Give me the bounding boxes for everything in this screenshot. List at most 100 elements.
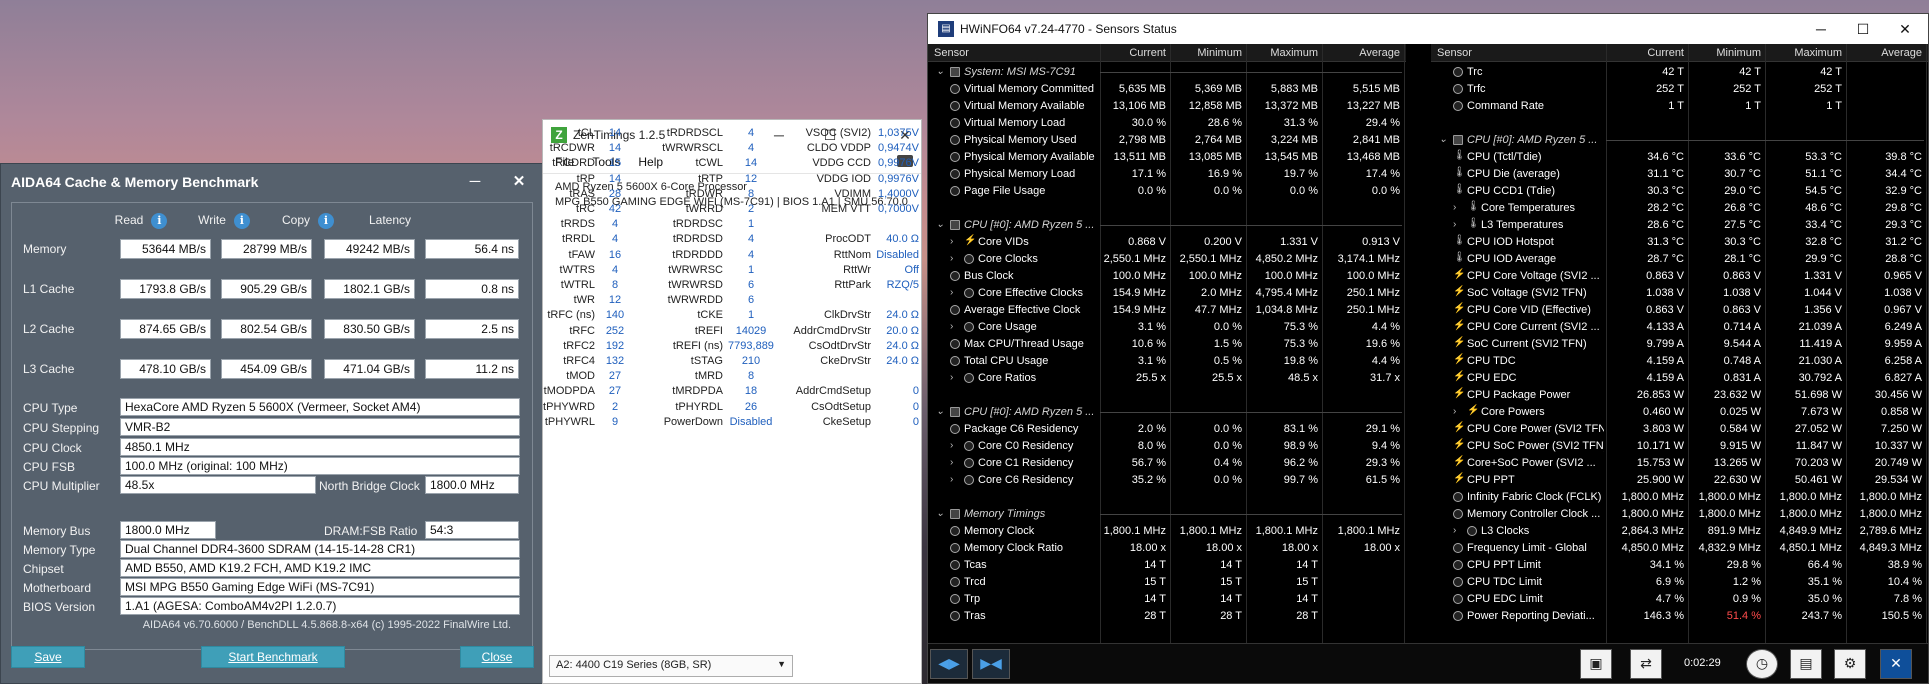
sensor-row[interactable]: ⚡ CPU TDC 4.159 A 0.748 A 21.030 A 6.258 A: [1431, 353, 1928, 370]
sensor-group[interactable]: ⌄ CPU [#0]: AMD Ryzen 5 ...: [928, 217, 1406, 234]
sensor-row[interactable]: › 🌡 L3 Temperatures 28.6 °C 27.5 °C 33.4 °C 29…: [1431, 217, 1928, 234]
sensor-row[interactable]: › ⚡ Core VIDs 0.868 V 0.200 V 1.331 V 0.913 V: [928, 234, 1406, 251]
sensor-row[interactable]: › Core Clocks 2,550.1 MHz 2,550.1 MHz 4,850.…: [928, 251, 1406, 268]
sensor-row[interactable]: 🌡 CPU Die (average) 31.1 °C 30.7 °C 51.1 °C 3…: [1431, 166, 1928, 183]
chevron-down-icon[interactable]: ⌄: [936, 66, 944, 77]
info-icon[interactable]: i: [318, 213, 334, 229]
sensor-row[interactable]: 🌡 CPU CCD1 (Tdie) 30.3 °C 29.0 °C 54.5 °C 32.…: [1431, 183, 1928, 200]
chevron-down-icon[interactable]: ⌄: [1439, 134, 1447, 145]
sensor-row[interactable]: CPU PPT Limit 34.1 % 29.8 % 66.4 % 38.9 %: [1431, 557, 1928, 574]
header-average[interactable]: Average: [1342, 47, 1400, 59]
chevron-right-icon[interactable]: ›: [950, 253, 953, 264]
sensor-row[interactable]: › Core Ratios 25.5 x 25.5 x 48.5 x 31.7 x: [928, 370, 1406, 387]
sensor-row[interactable]: ⚡ CPU Core Power (SVI2 TFN) 3.803 W 0.584 W…: [1431, 421, 1928, 438]
save-button[interactable]: Save: [11, 646, 85, 668]
sensor-row[interactable]: ⚡ CPU Package Power 26.853 W 23.632 W 51.698…: [1431, 387, 1928, 404]
sensor-row[interactable]: Virtual Memory Committed 5,635 MB 5,369 MB…: [928, 81, 1406, 98]
minimize-icon[interactable]: ─: [463, 170, 487, 194]
sensor-row[interactable]: Trp 14 T 14 T 14 T: [928, 591, 1406, 608]
chevron-right-icon[interactable]: ›: [1453, 219, 1456, 230]
chevron-right-icon[interactable]: ›: [1453, 406, 1456, 417]
sensor-row[interactable]: › Core C0 Residency 8.0 % 0.0 % 98.9 % 9.4 %: [928, 438, 1406, 455]
sensor-row[interactable]: ⚡ Core+SoC Power (SVI2 ... 15.753 W 13.265 …: [1431, 455, 1928, 472]
chevron-down-icon[interactable]: ⌄: [936, 406, 944, 417]
sensor-row[interactable]: › Core C1 Residency 56.7 % 0.4 % 96.2 % 29.3 …: [928, 455, 1406, 472]
close-icon[interactable]: ✕: [507, 170, 531, 194]
sensor-row[interactable]: CPU TDC Limit 6.9 % 1.2 % 35.1 % 10.4 %: [1431, 574, 1928, 591]
sensor-row[interactable]: 🌡 CPU (Tctl/Tdie) 34.6 °C 33.6 °C 53.3 °C 39.…: [1431, 149, 1928, 166]
sensor-row[interactable]: Virtual Memory Available 13,106 MB 12,858 …: [928, 98, 1406, 115]
aida64-titlebar[interactable]: AIDA64 Cache & Memory Benchmark ─ ✕: [1, 164, 543, 200]
header-sensor[interactable]: Sensor: [934, 47, 969, 59]
memory-module-select[interactable]: A2: 4400 C19 Series (8GB, SR) ▼: [549, 655, 793, 677]
sensor-row[interactable]: CPU EDC Limit 4.7 % 0.9 % 35.0 % 7.8 %: [1431, 591, 1928, 608]
chevron-right-icon[interactable]: ›: [950, 321, 953, 332]
sensor-row[interactable]: Page File Usage 0.0 % 0.0 % 0.0 % 0.0 %: [928, 183, 1406, 200]
sensor-row[interactable]: › Core Usage 3.1 % 0.0 % 75.3 % 4.4 %: [928, 319, 1406, 336]
header-maximum[interactable]: Maximum: [1260, 47, 1318, 59]
sensor-row[interactable]: › Core Effective Clocks 154.9 MHz 2.0 MHz 4,…: [928, 285, 1406, 302]
network-icon[interactable]: ▣: [1580, 649, 1612, 679]
chevron-down-icon[interactable]: ⌄: [936, 508, 944, 519]
chevron-right-icon[interactable]: ›: [950, 440, 953, 451]
sensor-row[interactable]: Power Reporting Deviati... 146.3 % 51.4 % 2…: [1431, 608, 1928, 625]
chevron-right-icon[interactable]: ›: [950, 372, 953, 383]
exit-icon[interactable]: ✕: [1880, 649, 1912, 679]
sensor-row[interactable]: Frequency Limit - Global 4,850.0 MHz 4,832…: [1431, 540, 1928, 557]
sensor-group[interactable]: ⌄ CPU [#0]: AMD Ryzen 5 ...: [1431, 132, 1928, 149]
close-icon[interactable]: ✕: [1894, 18, 1916, 40]
expand-left-icon[interactable]: ◀▶: [930, 649, 968, 679]
settings-icon[interactable]: ⚙: [1834, 649, 1866, 679]
sensor-row[interactable]: Physical Memory Load 17.1 % 16.9 % 19.7 % 17…: [928, 166, 1406, 183]
sensor-row[interactable]: Memory Clock 1,800.1 MHz 1,800.1 MHz 1,800.…: [928, 523, 1406, 540]
sensor-row[interactable]: ⚡ CPU EDC 4.159 A 0.831 A 30.792 A 6.827 A: [1431, 370, 1928, 387]
sensor-row[interactable]: Tras 28 T 28 T 28 T: [928, 608, 1406, 625]
network-config-icon[interactable]: ⇄: [1630, 649, 1662, 679]
sensor-group[interactable]: ⌄ System: MSI MS-7C91: [928, 64, 1406, 81]
sensor-row[interactable]: ⚡ CPU Core Current (SVI2 ... 4.133 A 0.714 …: [1431, 319, 1928, 336]
sensor-row[interactable]: Infinity Fabric Clock (FCLK) 1,800.0 MHz 1…: [1431, 489, 1928, 506]
sensor-row[interactable]: Physical Memory Available 13,511 MB 13,085…: [928, 149, 1406, 166]
header-average[interactable]: Average: [1864, 47, 1922, 59]
sensor-row[interactable]: Total CPU Usage 3.1 % 0.5 % 19.8 % 4.4 %: [928, 353, 1406, 370]
sensor-row[interactable]: › 🌡 Core Temperatures 28.2 °C 26.8 °C 48.6 °C…: [1431, 200, 1928, 217]
sensor-row[interactable]: 🌡 CPU IOD Hotspot 31.3 °C 30.3 °C 32.8 °C 31.…: [1431, 234, 1928, 251]
info-icon[interactable]: i: [233, 213, 250, 229]
chevron-right-icon[interactable]: ›: [950, 236, 953, 247]
sensor-row[interactable]: Physical Memory Used 2,798 MB 2,764 MB 3,22…: [928, 132, 1406, 149]
report-icon[interactable]: ▤: [1790, 649, 1822, 679]
sensor-row[interactable]: › L3 Clocks 2,864.3 MHz 891.9 MHz 4,849.9 MH…: [1431, 523, 1928, 540]
chevron-right-icon[interactable]: ›: [1453, 202, 1456, 213]
clock-icon[interactable]: ◷: [1746, 649, 1778, 679]
chevron-right-icon[interactable]: ›: [950, 287, 953, 298]
sensor-row[interactable]: ⚡ CPU Core VID (Effective) 0.863 V 0.863 V 1…: [1431, 302, 1928, 319]
sensor-row[interactable]: Average Effective Clock 154.9 MHz 47.7 MHz…: [928, 302, 1406, 319]
sensor-row[interactable]: 🌡 CPU IOD Average 28.7 °C 28.1 °C 29.9 °C 28.…: [1431, 251, 1928, 268]
collapse-right-icon[interactable]: ▶◀: [972, 649, 1010, 679]
sensor-row[interactable]: Virtual Memory Load 30.0 % 28.6 % 31.3 % 29.…: [928, 115, 1406, 132]
close-button[interactable]: Close: [460, 646, 534, 668]
sensor-row[interactable]: Tcas 14 T 14 T 14 T: [928, 557, 1406, 574]
sensor-row[interactable]: ⚡ CPU SoC Power (SVI2 TFN) 10.171 W 9.915 W…: [1431, 438, 1928, 455]
sensor-row[interactable]: Memory Controller Clock ... 1,800.0 MHz 1,…: [1431, 506, 1928, 523]
sensor-row[interactable]: Trfc 252 T 252 T 252 T: [1431, 81, 1928, 98]
chevron-down-icon[interactable]: ⌄: [936, 219, 944, 230]
sensor-row[interactable]: Trc 42 T 42 T 42 T: [1431, 64, 1928, 81]
header-maximum[interactable]: Maximum: [1784, 47, 1842, 59]
sensor-row[interactable]: Trcd 15 T 15 T 15 T: [928, 574, 1406, 591]
sensor-group[interactable]: ⌄ CPU [#0]: AMD Ryzen 5 ...: [928, 404, 1406, 421]
sensor-row[interactable]: ⚡ CPU Core Voltage (SVI2 ... 0.863 V 0.863 …: [1431, 268, 1928, 285]
sensor-row[interactable]: Command Rate 1 T 1 T 1 T: [1431, 98, 1928, 115]
chevron-right-icon[interactable]: ›: [1453, 525, 1456, 536]
sensor-group[interactable]: ⌄ Memory Timings: [928, 506, 1406, 523]
sensor-row[interactable]: ⚡ SoC Current (SVI2 TFN) 9.799 A 9.544 A 11.…: [1431, 336, 1928, 353]
chevron-right-icon[interactable]: ›: [950, 474, 953, 485]
info-icon[interactable]: i: [151, 213, 168, 229]
minimize-icon[interactable]: ─: [1810, 18, 1832, 40]
hwinfo-titlebar[interactable]: ▤ HWiNFO64 v7.24-4770 - Sensors Status ─…: [928, 14, 1928, 44]
sensor-row[interactable]: ⚡ SoC Voltage (SVI2 TFN) 1.038 V 1.038 V 1.0…: [1431, 285, 1928, 302]
sensor-row[interactable]: › Core C6 Residency 35.2 % 0.0 % 99.7 % 61.5 …: [928, 472, 1406, 489]
sensor-row[interactable]: Bus Clock 100.0 MHz 100.0 MHz 100.0 MHz 100.…: [928, 268, 1406, 285]
maximize-icon[interactable]: ☐: [1852, 18, 1874, 40]
header-minimum[interactable]: Minimum: [1703, 47, 1761, 59]
